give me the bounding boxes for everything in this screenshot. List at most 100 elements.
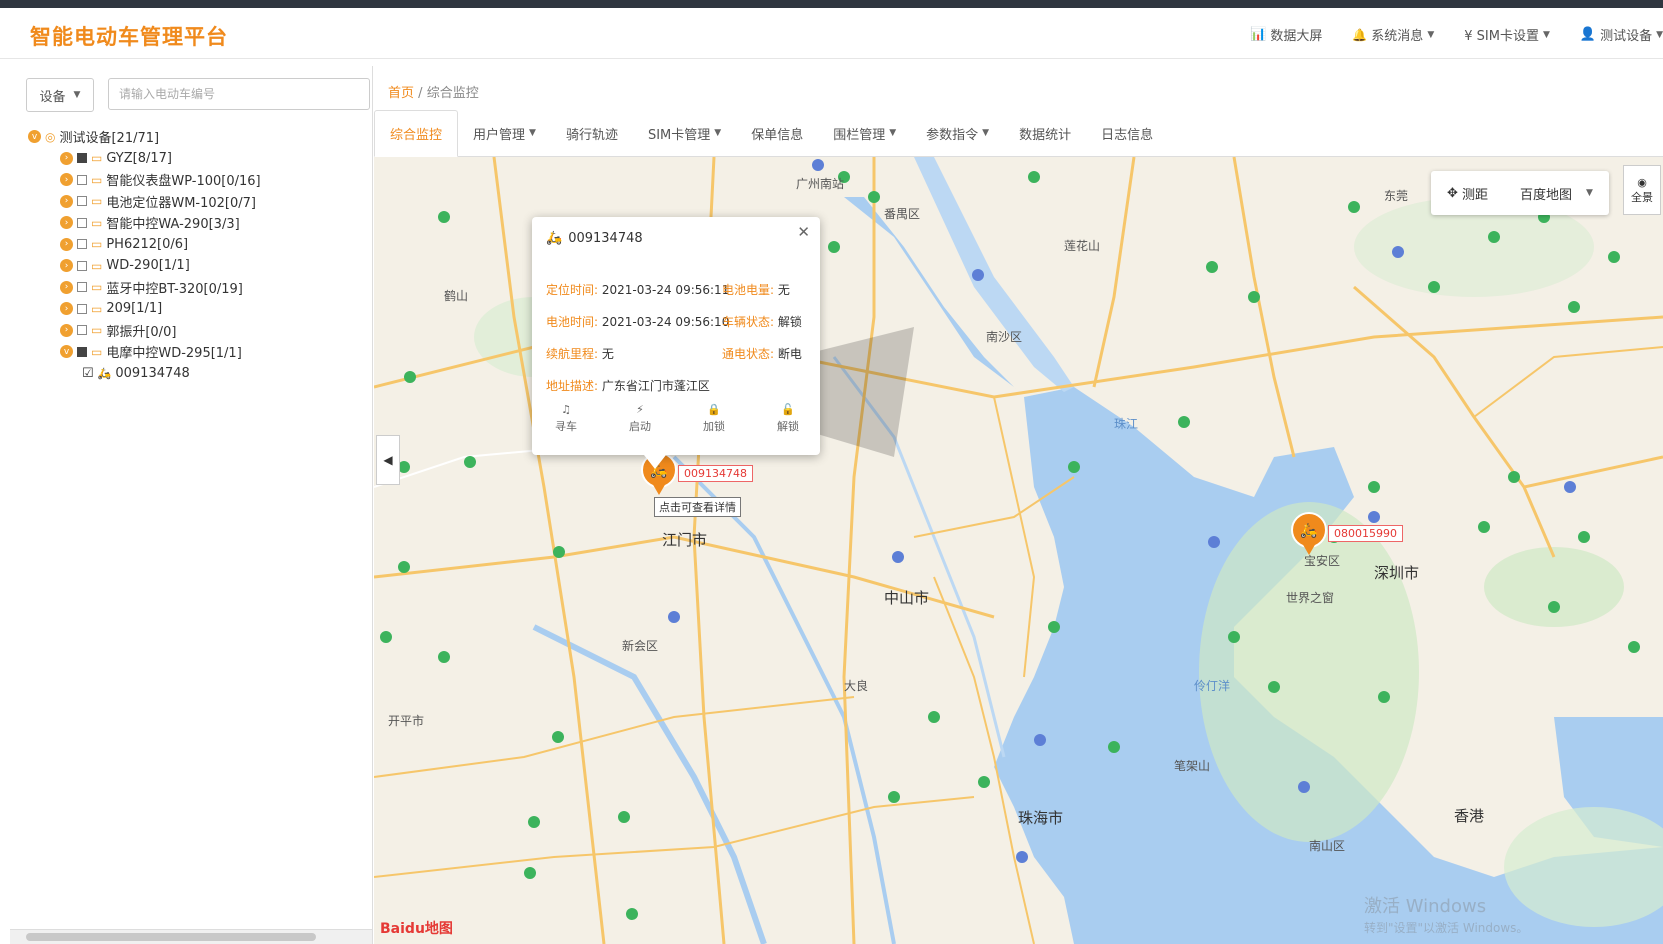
chevron-left-icon: ◀: [383, 453, 393, 467]
tree-group[interactable]: › ▭ PH6212[0/6]: [28, 234, 372, 256]
fullview-button[interactable]: ◉ 全景: [1623, 165, 1661, 215]
vehicle-marker-label[interactable]: 009134748: [678, 465, 753, 482]
breadcrumb-home[interactable]: 首页: [388, 86, 414, 101]
vehicle-marker-label[interactable]: 080015990: [1328, 525, 1403, 542]
collapse-sidebar-button[interactable]: ◀: [376, 435, 400, 485]
vehicle-search-input[interactable]: [108, 78, 370, 110]
expand-icon[interactable]: ›: [60, 151, 73, 165]
caret-down-icon: ▼: [1656, 29, 1663, 40]
place-label: 笔架山: [1174, 759, 1211, 773]
tree-group[interactable]: › ▭ 209[1/1]: [28, 298, 372, 320]
expand-icon[interactable]: ›: [60, 259, 73, 273]
tree-group-label: GYZ[8/17]: [106, 150, 172, 166]
user-menu[interactable]: 👤 测试设备 ▼: [1580, 25, 1663, 44]
sim-settings-label: ¥ SIM卡设置: [1464, 29, 1539, 44]
place-label: 江门市: [662, 531, 708, 549]
tab-logs[interactable]: 日志信息: [1086, 110, 1168, 156]
tree-group[interactable]: › ▭ 智能仪表盘WP-100[0/16]: [28, 169, 372, 191]
popup-actions: ♫ 寻车 ⚡ 启动 🔒 加锁 🔓 解锁: [546, 403, 808, 434]
checkbox[interactable]: [77, 282, 87, 293]
tab-stats[interactable]: 数据统计: [1004, 110, 1086, 156]
tree-group[interactable]: › ▭ 蓝牙中控BT-320[0/19]: [28, 277, 372, 299]
checkbox[interactable]: [77, 303, 87, 314]
sim-settings-menu[interactable]: ¥ SIM卡设置 ▼: [1464, 25, 1550, 44]
tab-insurance[interactable]: 保单信息: [736, 110, 818, 156]
start-button[interactable]: ⚡ 启动: [620, 403, 660, 434]
folder-icon: ▭: [91, 215, 103, 230]
tab-monitor[interactable]: 综合监控: [374, 110, 459, 157]
checkbox-checked-icon[interactable]: ☑: [82, 366, 94, 381]
tree-group-label: 郭振升[0/0]: [106, 324, 177, 340]
expand-icon[interactable]: ›: [60, 280, 73, 294]
place-label: 宝安区: [1304, 554, 1341, 568]
checkbox[interactable]: [77, 153, 87, 164]
folder-icon: ▭: [91, 237, 103, 252]
main-content: 首页 / 综合监控 综合监控 用户管理 ▼ 骑行轨迹 SIM卡管理 ▼ 保单信息 围…: [374, 66, 1663, 944]
power-status-row: 通电状态: 断电: [722, 345, 802, 362]
module-tabs: 综合监控 用户管理 ▼ 骑行轨迹 SIM卡管理 ▼ 保单信息 围栏管理 ▼ 参数指令 ▼…: [374, 110, 1663, 157]
tree-group[interactable]: › ▭ WD-290[1/1]: [28, 255, 372, 277]
place-label: 新会区: [622, 639, 659, 653]
vehicle-status-row: 车辆状态: 解锁: [722, 313, 802, 330]
checkbox[interactable]: [77, 217, 87, 228]
tree-root-label: 测试设备[21/71]: [59, 131, 160, 147]
unlock-icon: 🔓: [781, 403, 795, 416]
collapse-icon[interactable]: v: [28, 130, 41, 144]
expand-icon[interactable]: ›: [60, 194, 73, 208]
expand-icon[interactable]: ›: [60, 216, 73, 230]
tree-group[interactable]: › ▭ 郭振升[0/0]: [28, 320, 372, 342]
tree-group-label: 智能仪表盘WP-100[0/16]: [106, 174, 261, 190]
expand-icon[interactable]: ›: [60, 237, 73, 251]
map-canvas[interactable]: 🛵 🛵 江门市 中山市 珠海市 深圳市 香港 南沙区 番禺区 东莞 新会区 鹤山…: [374, 157, 1663, 944]
horizontal-scrollbar[interactable]: [10, 929, 372, 944]
expand-icon[interactable]: ›: [60, 173, 73, 187]
place-label: 南沙区: [986, 330, 1023, 344]
svg-text:🛵: 🛵: [1300, 522, 1318, 539]
expand-icon[interactable]: ›: [60, 302, 73, 316]
place-label: 广州南站: [796, 177, 845, 191]
field-label: 车辆状态:: [722, 315, 775, 329]
unlock-button[interactable]: 🔓 解锁: [768, 403, 808, 434]
tree-device-leaf[interactable]: ☑ 🛵 009134748: [28, 363, 372, 385]
checkbox[interactable]: [77, 239, 87, 250]
dashboard-link[interactable]: 📊 数据大屏: [1250, 25, 1322, 44]
tab-users[interactable]: 用户管理 ▼: [458, 110, 551, 156]
device-sidebar: 设备 ▼ v ◎ 测试设备[21/71] › ▭ GYZ[8/17] › ▭ 智…: [10, 66, 373, 944]
action-label: 寻车: [555, 420, 577, 433]
checkbox[interactable]: [77, 325, 87, 336]
place-label: 大良: [844, 679, 869, 693]
tree-group[interactable]: › ▭ 智能中控WA-290[3/3]: [28, 212, 372, 234]
user-icon: 👤: [1579, 27, 1597, 42]
checkbox[interactable]: [77, 346, 87, 357]
tab-sim[interactable]: SIM卡管理 ▼: [633, 110, 736, 156]
breadcrumb: 首页 / 综合监控: [388, 82, 479, 101]
collapse-icon[interactable]: v: [60, 345, 73, 359]
tree-group[interactable]: › ▭ 电池定位器WM-102[0/7]: [28, 191, 372, 213]
filter-type-select[interactable]: 设备 ▼: [26, 78, 94, 112]
checkbox[interactable]: [77, 196, 87, 207]
tree-root[interactable]: v ◎ 测试设备[21/71]: [28, 126, 372, 148]
field-value: 解锁: [777, 315, 802, 329]
find-vehicle-button[interactable]: ♫ 寻车: [546, 403, 586, 434]
tree-group[interactable]: v ▭ 电摩中控WD-295[1/1]: [28, 341, 372, 363]
measure-tool[interactable]: ✥ 测距: [1447, 184, 1488, 203]
fullview-label: 全景: [1631, 190, 1653, 204]
caret-down-icon: ▼: [714, 128, 722, 138]
scrollbar-thumb[interactable]: [26, 933, 316, 941]
tab-commands[interactable]: 参数指令 ▼: [911, 110, 1004, 156]
field-value: 无: [601, 347, 614, 361]
tab-tracks[interactable]: 骑行轨迹: [551, 110, 633, 156]
expand-icon[interactable]: ›: [60, 323, 73, 337]
caret-down-icon: ▼: [982, 128, 990, 138]
messages-menu[interactable]: 🔔 系统消息 ▼: [1352, 25, 1434, 45]
place-label: 珠江: [1114, 417, 1139, 431]
tab-fence[interactable]: 围栏管理 ▼: [818, 110, 911, 156]
checkbox[interactable]: [77, 174, 87, 185]
tree-group[interactable]: › ▭ GYZ[8/17]: [28, 148, 372, 170]
place-label: 莲花山: [1064, 239, 1101, 253]
close-icon[interactable]: ✕: [797, 223, 810, 241]
checkbox[interactable]: [77, 260, 87, 271]
map-type-select[interactable]: 百度地图 ▼: [1520, 184, 1593, 203]
lock-button[interactable]: 🔒 加锁: [694, 403, 734, 434]
header-nav: 📊 数据大屏 🔔 系统消息 ▼ ¥ SIM卡设置 ▼ 👤 测试设备 ▼: [1250, 25, 1663, 44]
